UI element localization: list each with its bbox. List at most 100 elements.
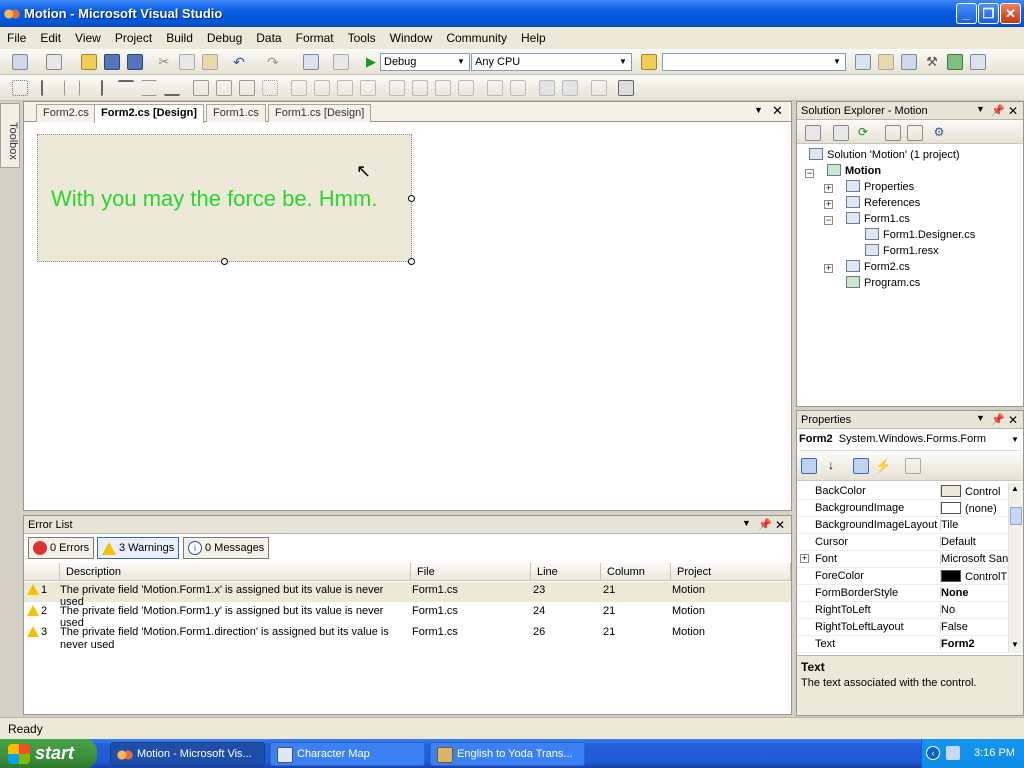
center-vertically-icon[interactable] [510,80,526,96]
size-to-grid-icon[interactable] [262,80,278,96]
scroll-thumb[interactable] [1010,507,1022,525]
close-pane-icon[interactable]: ✕ [775,518,785,532]
tree-form1-designer-cs[interactable]: Form1.Designer.cs [865,228,975,241]
align-bottoms-icon[interactable] [164,80,180,96]
send-to-back-icon[interactable] [562,80,578,96]
align-to-grid-icon[interactable] [12,80,28,96]
make-same-width-icon[interactable] [193,80,209,96]
undo-icon[interactable]: ↶ [231,54,247,70]
prop-formborderstyle[interactable]: FormBorderStyle None [797,585,1008,602]
expand-font-icon[interactable]: + [800,554,809,563]
window-position-icon[interactable]: ▼ [742,518,751,528]
start-button[interactable]: start [0,739,97,768]
align-lefts-icon[interactable] [41,80,57,96]
window-position-icon[interactable]: ▼ [976,413,985,423]
expand-properties-icon[interactable]: + [824,184,833,193]
new-project-icon[interactable] [12,54,28,70]
properties-scrollbar[interactable]: ▲ ▼ [1008,483,1023,653]
align-rights-icon[interactable] [87,80,103,96]
bring-to-front-icon[interactable] [539,80,555,96]
network-icon[interactable] [946,746,960,760]
horizontal-spacing-decrease-icon[interactable] [337,80,353,96]
menu-format[interactable]: Format [289,31,341,45]
col-icon[interactable] [24,563,60,581]
cut-icon[interactable]: ✂ [156,54,172,70]
tree-solution[interactable]: Solution 'Motion' (1 project) [809,148,960,161]
pin-icon[interactable]: 📌 [991,413,1005,426]
minimize-button[interactable]: _ [956,3,977,24]
solution-platform-select[interactable]: Any CPU ▼ [471,53,632,71]
categorized-icon[interactable] [801,458,817,474]
view-code-icon[interactable] [885,125,901,141]
tree-project-motion[interactable]: Motion [827,164,881,177]
open-file-icon[interactable] [81,54,97,70]
find-in-files-icon[interactable] [641,54,657,70]
pin-icon[interactable]: 📌 [991,104,1005,117]
tree-form1-resx[interactable]: Form1.resx [865,244,939,257]
vertical-spacing-decrease-icon[interactable] [435,80,451,96]
command-window-icon[interactable] [970,54,986,70]
toolbox-icon[interactable]: ⚒ [924,54,940,70]
prop-text[interactable]: Text Form2 [797,636,1008,653]
tray-expand-icon[interactable]: ‹ [926,746,940,760]
col-description[interactable]: Description [60,563,411,581]
prop-backgroundimagelayout[interactable]: BackgroundImageLayout Tile [797,517,1008,534]
col-file[interactable]: File [411,563,531,581]
menu-help[interactable]: Help [514,31,553,45]
yoda-label[interactable]: With you may the force be. Hmm. [51,186,377,212]
tab-form2-design[interactable]: Form2.cs [Design] [94,104,204,123]
events-icon[interactable]: ⚡ [875,458,891,474]
menu-window[interactable]: Window [383,31,440,45]
close-pane-icon[interactable]: ✕ [1008,413,1018,427]
menu-view[interactable]: View [68,31,108,45]
copy-icon[interactable] [179,54,195,70]
add-item-icon[interactable] [46,54,62,70]
menu-data[interactable]: Data [249,31,288,45]
properties-icon[interactable] [805,125,821,141]
vertical-spacing-increase-icon[interactable] [412,80,428,96]
prop-righttoleftlayout[interactable]: RightToLeftLayout False [797,619,1008,636]
col-project[interactable]: Project [671,563,791,581]
scroll-down-icon[interactable]: ▼ [1011,640,1019,649]
view-designer-icon[interactable] [907,125,923,141]
redo-icon[interactable]: ↷ [265,54,281,70]
menu-tools[interactable]: Tools [341,31,383,45]
show-all-files-icon[interactable] [833,125,849,141]
expand-form2-icon[interactable]: + [824,264,833,273]
taskbar-item-character-map[interactable]: Character Map [270,742,425,766]
prop-righttoleft[interactable]: RightToLeft No [797,602,1008,619]
tab-dropdown-icon[interactable]: ▼ [754,105,763,115]
object-selector[interactable]: Form2 System.Windows.Forms.Form ▼ [799,433,1021,451]
taskbar-item-visual-studio[interactable]: Motion - Microsoft Vis... [110,742,265,766]
resize-handle-bottom[interactable] [221,258,228,265]
warnings-filter-button[interactable]: 3 Warnings [97,537,180,559]
solution-config-select[interactable]: Debug ▼ [380,53,470,71]
resize-handle-corner[interactable] [408,258,415,265]
lock-controls-icon[interactable] [618,80,634,96]
tree-form2-cs[interactable]: Form2.cs [846,260,910,273]
menu-project[interactable]: Project [108,31,159,45]
close-document-icon[interactable]: ✕ [772,103,783,119]
expand-references-icon[interactable]: + [824,200,833,209]
solution-explorer-icon[interactable] [855,54,871,70]
prop-backcolor[interactable]: BackColor Control [797,483,1008,500]
paste-icon[interactable] [202,54,218,70]
error-row[interactable]: 3 The private field 'Motion.Form1.direct… [24,624,791,654]
menu-debug[interactable]: Debug [200,31,249,45]
toolbox-tab[interactable]: Toolbox [0,103,20,168]
horizontal-spacing-equal-icon[interactable] [291,80,307,96]
save-icon[interactable] [104,54,120,70]
save-all-icon[interactable] [127,54,143,70]
window-position-icon[interactable]: ▼ [976,104,985,114]
col-column[interactable]: Column [601,563,671,581]
prop-font[interactable]: + Font Microsoft San [797,551,1008,568]
tab-form1-cs[interactable]: Form1.cs [206,104,266,122]
property-pages-icon[interactable] [905,458,921,474]
restore-button[interactable]: ❐ [978,3,999,24]
horizontal-spacing-increase-icon[interactable] [314,80,330,96]
menu-community[interactable]: Community [439,31,514,45]
collapse-motion-icon[interactable]: − [805,169,814,178]
close-button[interactable]: ✕ [1000,3,1021,24]
start-page-icon[interactable] [947,54,963,70]
align-centers-icon[interactable] [64,80,80,96]
